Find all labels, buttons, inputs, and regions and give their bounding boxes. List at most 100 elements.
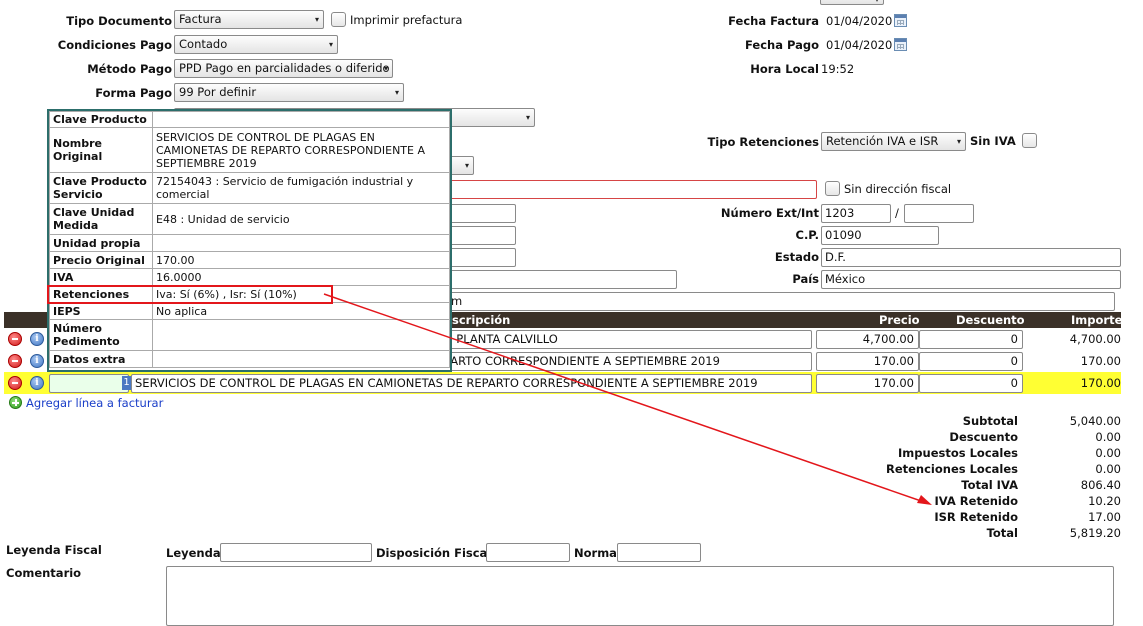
condiciones-pago-label: Condiciones Pago: [57, 38, 172, 52]
row-descuento: 0: [1010, 354, 1018, 368]
chevron-down-icon: ▾: [328, 40, 333, 49]
delete-row-icon[interactable]: [8, 332, 22, 346]
info-icon[interactable]: i: [30, 354, 44, 368]
row-descuento-input[interactable]: 0: [919, 330, 1023, 349]
popup-row: Clave Unidad Medida E48 : Unidad de servi…: [49, 203, 450, 235]
sin-direccion-label: Sin dirección fiscal: [844, 182, 952, 196]
row-description-input[interactable]: N PLANTA CALVILLO: [440, 330, 812, 349]
metodo-pago-select[interactable]: PPD Pago en parcialidades o diferido ▾: [174, 59, 393, 78]
popup-value: [152, 111, 450, 128]
numero-ext-input[interactable]: 1203: [821, 204, 891, 223]
delete-row-icon[interactable]: [8, 354, 22, 368]
pais-value: México: [825, 272, 866, 286]
numero-label: Número Ext/Int: [720, 206, 819, 220]
iva-retenido-label: IVA Retenido: [934, 494, 1018, 508]
top-partial-select[interactable]: ▾: [820, 0, 884, 5]
descuento-total-label: Descuento: [949, 430, 1018, 444]
estado-input[interactable]: D.F.: [821, 248, 1121, 267]
subtotal-label: Subtotal: [962, 414, 1018, 428]
popup-key: IVA: [49, 268, 153, 286]
popup-row: Retenciones Iva: Sí (6%) , Isr: Sí (10%): [49, 285, 450, 303]
razon-social-input[interactable]: /.: [440, 180, 817, 199]
row-precio: 170.00: [873, 376, 914, 390]
popup-key: Precio Original: [49, 251, 153, 269]
email-input[interactable]: om: [440, 292, 1115, 311]
leyenda-input[interactable]: [220, 543, 372, 562]
info-icon[interactable]: i: [30, 332, 44, 346]
pais-label: País: [792, 272, 819, 286]
sin-iva-checkbox[interactable]: [1022, 133, 1037, 148]
chevron-down-icon: ▾: [383, 64, 388, 73]
add-line-icon[interactable]: [9, 396, 22, 409]
popup-value: 72154043 : Servicio de fumigación indust…: [152, 172, 450, 204]
disposicion-fiscal-input[interactable]: [486, 543, 570, 562]
popup-row: Unidad propia: [49, 234, 450, 252]
total-value: 5,819.20: [1069, 526, 1121, 540]
row-description-input[interactable]: SERVICIOS DE CONTROL DE PLAGAS EN CAMION…: [131, 374, 812, 393]
leyenda-fiscal-label: Leyenda Fiscal: [6, 543, 102, 557]
chevron-down-icon: ▾: [464, 161, 469, 170]
comentario-label: Comentario: [6, 566, 82, 580]
popup-value: 16.0000: [152, 268, 450, 286]
popup-key: Unidad propia: [49, 234, 153, 252]
row-code-input[interactable]: [49, 374, 129, 393]
calendar-icon[interactable]: [894, 38, 907, 51]
tipo-documento-label: Tipo Documento: [66, 14, 172, 28]
popup-row: Precio Original 170.00: [49, 251, 450, 269]
popup-key: Retenciones: [49, 285, 153, 303]
sin-direccion-checkbox[interactable]: [825, 181, 840, 196]
row-description-input[interactable]: PARTO CORRESPONDIENTE A SEPTIEMBRE 2019: [440, 352, 812, 371]
popup-key: Número Pedimento: [49, 319, 153, 351]
row-descuento-input[interactable]: 0: [919, 374, 1023, 393]
popup-value: [152, 234, 450, 252]
chevron-down-icon: ▾: [314, 15, 319, 24]
cp-value: 01090: [825, 228, 862, 242]
row-importe: 170.00: [1080, 376, 1121, 390]
pais-input[interactable]: México: [821, 270, 1121, 289]
row-precio-input[interactable]: 170.00: [816, 352, 919, 371]
row-precio: 4,700.00: [862, 332, 914, 346]
estado-label: Estado: [774, 250, 819, 264]
numero-separator: /: [895, 206, 899, 220]
hora-local-label: Hora Local: [750, 62, 819, 76]
info-icon[interactable]: i: [30, 376, 44, 390]
col-precio: Precio: [879, 313, 920, 327]
imprimir-prefactura-checkbox[interactable]: [331, 12, 346, 27]
calendar-icon[interactable]: [894, 14, 907, 27]
total-label: Total: [986, 526, 1018, 540]
condiciones-pago-select[interactable]: Contado ▾: [174, 35, 338, 54]
total-iva-label: Total IVA: [961, 478, 1018, 492]
ciudad-input[interactable]: [440, 270, 677, 289]
tipo-documento-select[interactable]: Factura ▾: [174, 10, 324, 29]
row-precio: 170.00: [873, 354, 914, 368]
cp-label: C.P.: [795, 228, 820, 242]
row-precio-input[interactable]: 4,700.00: [816, 330, 919, 349]
numero-int-input[interactable]: [904, 204, 974, 223]
col-importe: Importe: [1071, 313, 1123, 327]
isr-retenido-label: ISR Retenido: [934, 510, 1018, 524]
row-descuento-input[interactable]: 0: [919, 352, 1023, 371]
forma-pago-label: Forma Pago: [95, 86, 172, 100]
row-descuento: 0: [1010, 332, 1018, 346]
cp-input[interactable]: 01090: [821, 226, 939, 245]
popup-key: Clave Producto: [49, 111, 153, 128]
popup-key: IEPS: [49, 302, 153, 320]
code-marker: 1: [122, 376, 131, 390]
row-precio-input[interactable]: 170.00: [816, 374, 919, 393]
popup-key: Nombre Original: [49, 127, 153, 173]
impuestos-locales-label: Impuestos Locales: [898, 446, 1018, 460]
norma-input[interactable]: [617, 543, 701, 562]
forma-pago-select[interactable]: 99 Por definir ▾: [174, 83, 404, 102]
popup-value: E48 : Unidad de servicio: [152, 203, 450, 235]
tipo-retenciones-select[interactable]: Retención IVA e ISR ▾: [821, 132, 966, 151]
add-line-link[interactable]: Agregar línea a facturar: [26, 396, 163, 410]
comentario-textarea[interactable]: [166, 566, 1114, 626]
popup-row: Nombre Original SERVICIOS DE CONTROL DE P…: [49, 127, 450, 173]
annotation-arrowhead: [917, 495, 932, 505]
descuento-total-value: 0.00: [1095, 430, 1121, 444]
retenciones-locales-value: 0.00: [1095, 462, 1121, 476]
popup-row: Número Pedimento: [49, 319, 450, 351]
delete-row-icon[interactable]: [8, 376, 22, 390]
popup-value: Iva: Sí (6%) , Isr: Sí (10%): [152, 285, 450, 303]
total-iva-value: 806.40: [1080, 478, 1121, 492]
